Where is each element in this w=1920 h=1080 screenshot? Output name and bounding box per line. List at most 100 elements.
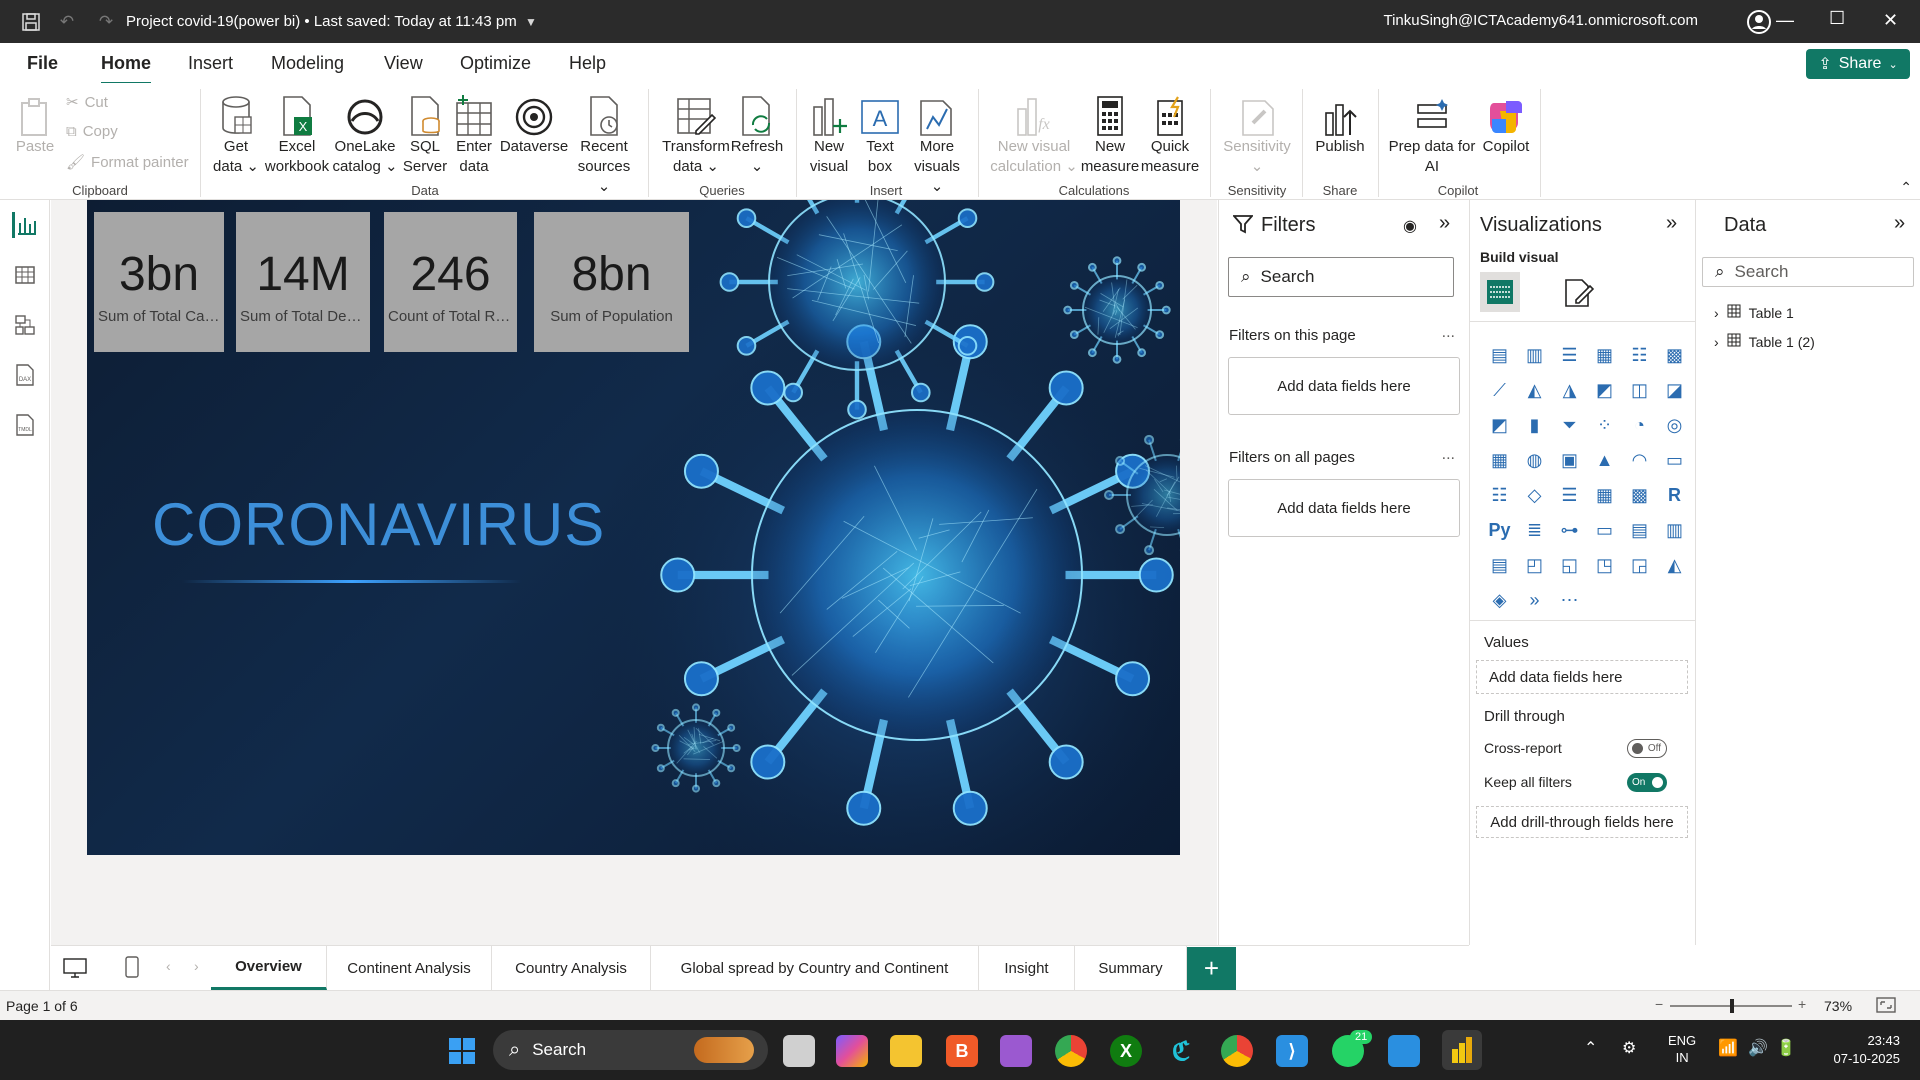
- diamond-visual-icon[interactable]: ◈: [1482, 583, 1517, 618]
- kpi-card-total-recovered[interactable]: 246 Count of Total Re...: [384, 212, 517, 352]
- clustered-column-visual-icon[interactable]: ▦: [1587, 338, 1622, 373]
- power-apps-visual-icon[interactable]: ◱: [1552, 548, 1587, 583]
- 100-area-visual-icon[interactable]: ◩: [1587, 373, 1622, 408]
- table-item[interactable]: › Table 1: [1714, 304, 1794, 321]
- dax-query-view-icon[interactable]: DAX: [12, 362, 38, 388]
- kpi-card-total-deaths[interactable]: 14M Sum of Total Deat...: [236, 212, 370, 352]
- python-visual-visual-icon[interactable]: Py: [1482, 513, 1517, 548]
- table-item[interactable]: › Table 1 (2): [1714, 333, 1815, 350]
- file-explorer-icon[interactable]: [890, 1035, 922, 1067]
- report-page[interactable]: 3bn Sum of Total Cases 14M Sum of Total …: [87, 200, 1180, 855]
- menu-home[interactable]: Home: [101, 53, 151, 74]
- tab-summary[interactable]: Summary: [1075, 946, 1187, 990]
- menu-help[interactable]: Help: [569, 53, 606, 74]
- refresh-button[interactable]: Refresh ⌄: [730, 91, 784, 177]
- zoom-slider-thumb[interactable]: [1730, 999, 1734, 1013]
- tab-global-spread[interactable]: Global spread by Country and Continent: [651, 946, 979, 990]
- cut-button[interactable]: ✂ Cut: [66, 93, 108, 111]
- drill-through-dropzone[interactable]: Add drill-through fields here: [1476, 806, 1688, 838]
- map-visual-icon[interactable]: ◍: [1517, 443, 1552, 478]
- copy-button[interactable]: ⧉ Copy: [66, 123, 118, 140]
- filters-all-pages-dropzone[interactable]: Add data fields here: [1228, 479, 1460, 537]
- battery-icon[interactable]: 🔋: [1776, 1038, 1796, 1058]
- filled-map-visual-icon[interactable]: ▣: [1552, 443, 1587, 478]
- collapse-visualizations-icon[interactable]: »: [1666, 212, 1677, 235]
- onelake-catalog-button[interactable]: OneLake catalog ⌄: [332, 91, 398, 177]
- data-search-input[interactable]: ⌕ Search: [1702, 257, 1914, 287]
- matrix-visual-icon[interactable]: ▩: [1622, 478, 1657, 513]
- zoom-out-icon[interactable]: −: [1655, 996, 1663, 1012]
- clustered-bar-visual-icon[interactable]: ☰: [1552, 338, 1587, 373]
- zoom-slider[interactable]: [1670, 1005, 1792, 1007]
- mobile-layout-icon[interactable]: [125, 956, 139, 983]
- slicer-visual-icon[interactable]: ☰: [1552, 478, 1587, 513]
- waterfall-visual-icon[interactable]: ▮: [1517, 408, 1552, 443]
- treemap-visual-icon[interactable]: ▦: [1482, 443, 1517, 478]
- desktop-layout-icon[interactable]: [63, 958, 87, 983]
- copilot-taskbar-icon[interactable]: [836, 1035, 868, 1067]
- donut-visual-icon[interactable]: ◎: [1657, 408, 1692, 443]
- more-options-icon[interactable]: ...: [1442, 324, 1455, 342]
- metrics-visual-icon[interactable]: ◰: [1517, 548, 1552, 583]
- edge-like-icon[interactable]: ℭ: [1165, 1035, 1197, 1067]
- paste-button[interactable]: Paste: [12, 91, 58, 157]
- new-visual-button[interactable]: New visual: [804, 91, 854, 177]
- power-app-visual-icon[interactable]: ◲: [1622, 548, 1657, 583]
- collapse-ribbon-icon[interactable]: ⌃: [1900, 179, 1912, 196]
- values-dropzone[interactable]: Add data fields here: [1476, 660, 1688, 694]
- scroll-left-icon[interactable]: ‹: [166, 958, 171, 974]
- title-dropdown-icon[interactable]: ▼: [520, 11, 542, 33]
- taskbar-search[interactable]: ⌕ Search: [493, 1030, 768, 1070]
- more-visual-icon[interactable]: ⋯: [1552, 583, 1587, 618]
- menu-insert[interactable]: Insert: [188, 53, 233, 74]
- publish-button[interactable]: Publish: [1308, 91, 1372, 157]
- eye-icon[interactable]: ◉: [1403, 216, 1417, 236]
- keep-all-filters-toggle[interactable]: On: [1627, 773, 1667, 792]
- dataverse-button[interactable]: Dataverse: [498, 91, 570, 157]
- quick-measure-button[interactable]: Quick measure: [1140, 91, 1200, 177]
- azure-map-visual-icon[interactable]: ▲: [1587, 443, 1622, 478]
- build-visual-tab-icon[interactable]: [1480, 272, 1520, 312]
- powerbi-taskbar-icon[interactable]: [1442, 1030, 1482, 1070]
- chevron-visual-icon[interactable]: »: [1517, 583, 1552, 618]
- wifi-icon[interactable]: 📶: [1718, 1038, 1738, 1058]
- share-button[interactable]: ⇪ Share ⌄: [1806, 49, 1910, 79]
- stacked-area-visual-icon[interactable]: ◮: [1552, 373, 1587, 408]
- xbox-icon[interactable]: X: [1110, 1035, 1142, 1067]
- report-visual-icon[interactable]: ▤: [1482, 548, 1517, 583]
- add-page-button[interactable]: +: [1187, 947, 1236, 990]
- prep-data-ai-button[interactable]: Prep data for AI: [1384, 91, 1480, 177]
- show-hidden-icons[interactable]: ⌃: [1584, 1038, 1597, 1058]
- chrome-profile-icon[interactable]: [1221, 1035, 1253, 1067]
- stacked-bar-visual-icon[interactable]: ▤: [1482, 338, 1517, 373]
- excel-workbook-button[interactable]: X Excel workbook: [262, 91, 332, 177]
- multi-row-card-visual-icon[interactable]: ☷: [1482, 478, 1517, 513]
- 100-bar-visual-icon[interactable]: ☷: [1622, 338, 1657, 373]
- kpi-visual-icon[interactable]: ◇: [1517, 478, 1552, 513]
- app-icon[interactable]: [1000, 1035, 1032, 1067]
- model-view-icon[interactable]: [12, 312, 38, 338]
- line-column-visual-icon[interactable]: ◫: [1622, 373, 1657, 408]
- line-clustered-visual-icon[interactable]: ◪: [1657, 373, 1692, 408]
- undo-icon[interactable]: ↶: [56, 11, 78, 33]
- recent-sources-button[interactable]: Recent sources ⌄: [570, 91, 638, 197]
- minimize-icon[interactable]: —: [1776, 10, 1794, 31]
- tab-continent-analysis[interactable]: Continent Analysis: [327, 946, 492, 990]
- qa-visual-icon[interactable]: ▭: [1587, 513, 1622, 548]
- windows-start-icon[interactable]: [446, 1035, 478, 1067]
- chrome-icon[interactable]: [1055, 1035, 1087, 1067]
- new-card-visual-icon[interactable]: ◭: [1657, 548, 1692, 583]
- table-view-icon[interactable]: [12, 262, 38, 288]
- filters-search-input[interactable]: ⌕ Search: [1228, 257, 1454, 297]
- more-visuals-button[interactable]: More visuals ⌄: [906, 91, 968, 197]
- menu-view[interactable]: View: [384, 53, 423, 74]
- brave-browser-icon[interactable]: B: [946, 1035, 978, 1067]
- tray-app-icon[interactable]: ⚙: [1622, 1038, 1636, 1058]
- tab-overview[interactable]: Overview: [211, 946, 327, 990]
- kpi-card-total-cases[interactable]: 3bn Sum of Total Cases: [94, 212, 224, 352]
- maximize-icon[interactable]: ☐: [1829, 8, 1845, 29]
- save-icon[interactable]: [20, 11, 42, 33]
- kpi-card-population[interactable]: 8bn Sum of Population: [534, 212, 689, 352]
- vscode-icon[interactable]: ⟩: [1276, 1035, 1308, 1067]
- r-visual-visual-icon[interactable]: R: [1657, 478, 1692, 513]
